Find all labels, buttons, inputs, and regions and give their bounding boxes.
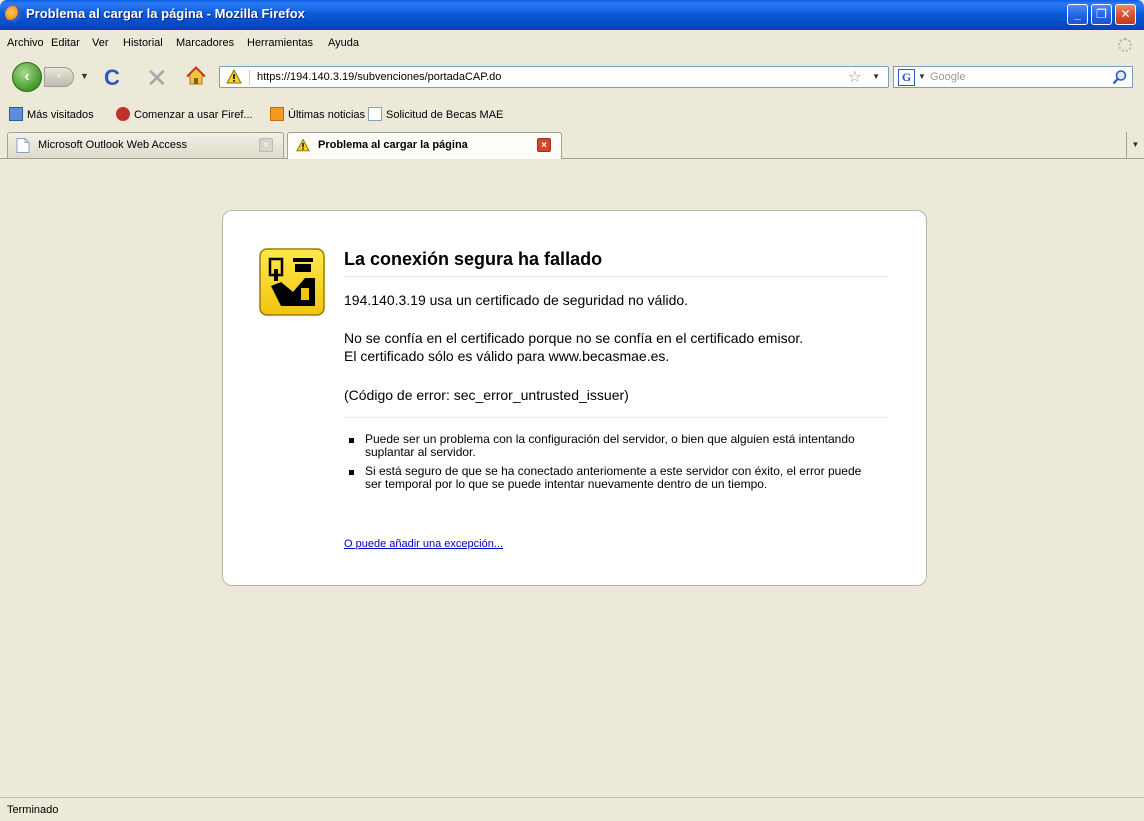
url-dropdown-icon[interactable]: ▼	[872, 72, 880, 81]
window-title: Problema al cargar la página - Mozilla F…	[26, 6, 305, 21]
search-engine-dropdown-icon[interactable]: ▼	[918, 72, 926, 81]
navigation-toolbar: ‹ › ▼ C ✕ https://194.140.3.19/subvencio…	[0, 58, 1144, 96]
bookmark-label: Más visitados	[27, 109, 94, 121]
forward-button[interactable]: ›	[44, 67, 74, 87]
throbber-icon	[1118, 38, 1132, 52]
divider	[344, 417, 889, 418]
bookmark-solicitud-becas[interactable]: Solicitud de Becas MAE	[368, 107, 503, 121]
url-separator	[249, 70, 250, 85]
tab-outlook[interactable]: Microsoft Outlook Web Access ×	[7, 132, 284, 158]
reload-icon[interactable]: C	[104, 65, 120, 91]
add-exception-link[interactable]: O puede añadir una excepción...	[344, 538, 503, 550]
tab-label: Problema al cargar la página	[318, 139, 468, 151]
menu-historial[interactable]: Historial	[123, 37, 163, 49]
list-all-tabs-button[interactable]: ▼	[1126, 132, 1144, 158]
error-panel: La conexión segura ha fallado 194.140.3.…	[222, 210, 927, 586]
error-detail-line-2: El certificado sólo es válido para www.b…	[344, 348, 670, 364]
menu-ayuda[interactable]: Ayuda	[328, 37, 359, 49]
menu-editar[interactable]: Editar	[51, 37, 80, 49]
menu-ver[interactable]: Ver	[92, 37, 109, 49]
minimize-button[interactable]: _	[1067, 4, 1088, 25]
bookmark-label: Últimas noticias	[288, 109, 366, 121]
bookmark-most-visited[interactable]: Más visitados	[9, 107, 94, 121]
url-bar[interactable]: https://194.140.3.19/subvenciones/portad…	[219, 66, 889, 88]
error-message: 194.140.3.19 usa un certificado de segur…	[344, 292, 689, 308]
status-bar: Terminado	[0, 797, 1144, 821]
firefox-logo-icon	[5, 6, 21, 22]
error-title: La conexión segura ha fallado	[344, 249, 889, 277]
page-icon	[16, 138, 30, 153]
window-title-bar[interactable]: Problema al cargar la página - Mozilla F…	[0, 0, 1144, 30]
bookmark-ultimas-noticias[interactable]: Últimas noticias	[270, 107, 365, 121]
search-input[interactable]: Google	[930, 71, 965, 83]
history-dropdown-icon[interactable]: ▼	[80, 71, 89, 81]
tab-problema[interactable]: Problema al cargar la página ×	[287, 132, 562, 159]
error-suggestions-list: Puede ser un problema con la configuraci…	[349, 433, 869, 497]
menu-marcadores[interactable]: Marcadores	[176, 37, 234, 49]
bookmark-label: Solicitud de Becas MAE	[386, 109, 504, 121]
stop-icon[interactable]: ✕	[146, 63, 168, 94]
url-text[interactable]: https://194.140.3.19/subvenciones/portad…	[257, 71, 501, 83]
tab-label: Microsoft Outlook Web Access	[38, 139, 187, 151]
tab-close-button[interactable]: ×	[537, 138, 551, 152]
google-engine-icon[interactable]: G	[898, 69, 915, 86]
bookmark-label: Comenzar a usar Firef...	[134, 109, 253, 121]
bookmark-firefox-start[interactable]: Comenzar a usar Firef...	[116, 107, 253, 121]
firefox-start-icon	[116, 107, 130, 121]
list-item: Si está seguro de que se ha conectado an…	[349, 465, 869, 491]
error-detail-line-1: No se confía en el certificado porque no…	[344, 330, 804, 346]
tab-close-button[interactable]: ×	[259, 138, 273, 152]
back-button[interactable]: ‹	[12, 62, 42, 92]
most-visited-icon	[9, 107, 23, 121]
menu-bar: Archivo Editar Ver Historial Marcadores …	[0, 30, 1144, 58]
rss-feed-icon	[270, 107, 284, 121]
bookmarks-toolbar: Más visitados Comenzar a usar Firef... Ú…	[0, 104, 1144, 126]
restore-button[interactable]: ❐	[1091, 4, 1112, 25]
status-text: Terminado	[7, 804, 59, 816]
page-icon	[368, 107, 382, 121]
warning-icon	[296, 138, 310, 152]
bookmark-star-icon[interactable]: ☆	[848, 67, 862, 87]
page-content: La conexión segura ha fallado 194.140.3.…	[7, 159, 1137, 797]
search-icon[interactable]	[1112, 69, 1128, 85]
tab-strip: Microsoft Outlook Web Access × Problema …	[0, 130, 1144, 159]
close-window-button[interactable]: ✕	[1115, 4, 1136, 25]
search-bar[interactable]: G ▼ Google	[893, 66, 1133, 88]
menu-herramientas[interactable]: Herramientas	[247, 37, 313, 49]
home-icon[interactable]	[186, 66, 206, 86]
menu-archivo[interactable]: Archivo	[7, 37, 44, 49]
error-code: (Código de error: sec_error_untrusted_is…	[344, 387, 629, 403]
security-guard-icon	[259, 248, 325, 316]
list-item: Puede ser un problema con la configuraci…	[349, 433, 869, 459]
security-warning-icon[interactable]	[226, 69, 242, 85]
